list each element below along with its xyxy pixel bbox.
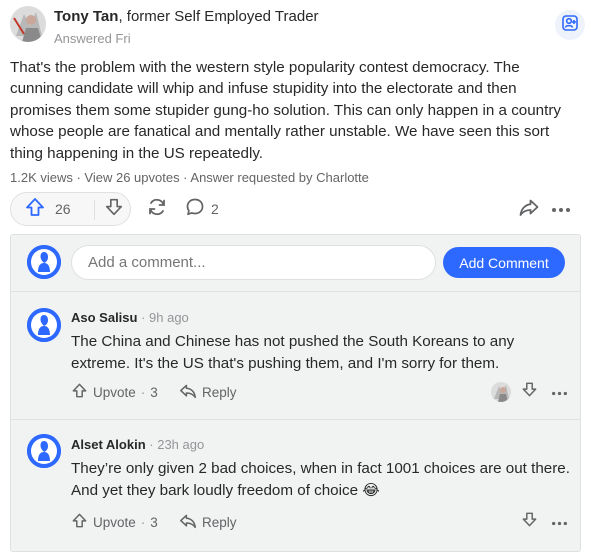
comment-author-line: Alset Alokin · 23h ago bbox=[71, 437, 204, 452]
comment-upvote-button[interactable]: Upvote · 3 bbox=[71, 510, 158, 534]
comments-section: Add Comment Aso Salisu · 9h ago The Chin… bbox=[10, 234, 581, 552]
more-options-icon bbox=[551, 383, 568, 401]
comment-upvote-button[interactable]: Upvote · 3 bbox=[71, 380, 158, 404]
author-avatar[interactable] bbox=[10, 6, 46, 42]
reshare-button[interactable] bbox=[143, 195, 171, 223]
upvoter-avatar[interactable] bbox=[491, 382, 511, 402]
upvote-count: 26 bbox=[55, 201, 71, 217]
emoji: 😂 bbox=[362, 482, 380, 499]
more-options-icon bbox=[551, 513, 568, 531]
comment-more-button[interactable] bbox=[547, 380, 571, 404]
upvote-arrow-icon bbox=[71, 512, 88, 532]
downvote-button[interactable] bbox=[98, 193, 130, 225]
comment-actions: Upvote · 3 Reply bbox=[71, 380, 571, 404]
comment-downvote-button[interactable] bbox=[517, 510, 541, 534]
more-options-button[interactable] bbox=[547, 195, 575, 223]
separator-dot: · bbox=[140, 514, 146, 530]
upvote-button[interactable]: 26 bbox=[11, 193, 93, 225]
answer-text: That's the problem with the western styl… bbox=[10, 59, 561, 162]
author-credential[interactable]: , former Self Employed Trader bbox=[118, 8, 318, 25]
comment-text: The China and Chinese has not pushed the… bbox=[71, 333, 515, 372]
comment-item: Aso Salisu · 9h ago The China and Chines… bbox=[11, 292, 580, 418]
comment-text: They’re only given 2 bad choices, when i… bbox=[71, 460, 570, 499]
share-arrow-icon bbox=[518, 196, 540, 223]
current-user-avatar[interactable] bbox=[27, 245, 61, 279]
comment-reply-button[interactable]: Reply bbox=[179, 510, 237, 534]
share-button[interactable] bbox=[515, 195, 543, 223]
vote-divider bbox=[94, 200, 95, 220]
add-comment-button[interactable]: Add Comment bbox=[443, 247, 565, 278]
commenter-avatar[interactable] bbox=[27, 308, 61, 342]
comment-upvote-count: 3 bbox=[150, 384, 158, 400]
reply-arrow-icon bbox=[179, 513, 197, 532]
add-comment-row: Add Comment bbox=[11, 235, 580, 291]
answer-stats[interactable]: 1.2K views · View 26 upvotes · Answer re… bbox=[10, 170, 369, 185]
author-name[interactable]: Tony Tan bbox=[54, 8, 118, 25]
comment-upvote-label: Upvote bbox=[93, 384, 136, 400]
comment-author-name[interactable]: Alset Alokin bbox=[71, 437, 146, 452]
comment-downvote-button[interactable] bbox=[517, 380, 541, 404]
upvote-arrow-icon bbox=[71, 382, 88, 402]
comment-button[interactable]: 2 bbox=[185, 195, 219, 223]
comment-item: Alset Alokin · 23h ago They’re only give… bbox=[11, 420, 580, 550]
separator-dot: · bbox=[140, 384, 146, 400]
reply-arrow-icon bbox=[179, 383, 197, 402]
comment-author-name[interactable]: Aso Salisu bbox=[71, 310, 137, 325]
comment-right-actions bbox=[511, 510, 571, 534]
answered-date[interactable]: Answered Fri bbox=[54, 31, 131, 46]
request-answer-button[interactable] bbox=[555, 10, 585, 40]
comment-actions: Upvote · 3 Reply bbox=[71, 510, 571, 534]
comment-reply-label: Reply bbox=[202, 384, 237, 400]
add-comment-input[interactable] bbox=[71, 245, 436, 280]
commenter-avatar[interactable] bbox=[27, 434, 61, 468]
comment-reply-button[interactable]: Reply bbox=[179, 380, 237, 404]
reshare-icon bbox=[146, 196, 168, 223]
comment-upvote-count: 3 bbox=[150, 514, 158, 530]
answer-header: Tony Tan, former Self Employed Trader An… bbox=[10, 4, 585, 52]
author-line: Tony Tan, former Self Employed Trader bbox=[54, 8, 319, 25]
comment-count: 2 bbox=[211, 201, 219, 217]
vote-pill: 26 bbox=[10, 192, 131, 226]
upvote-arrow-icon bbox=[24, 196, 46, 223]
comment-right-actions bbox=[491, 380, 571, 404]
comment-time[interactable]: · 23h ago bbox=[146, 437, 204, 452]
comment-time[interactable]: · 9h ago bbox=[137, 310, 189, 325]
comment-text-block: They’re only given 2 bad choices, when i… bbox=[71, 458, 571, 502]
answer-action-bar: 26 2 bbox=[10, 192, 585, 228]
comment-more-button[interactable] bbox=[547, 510, 571, 534]
downvote-arrow-icon bbox=[104, 197, 124, 222]
comment-bubble-icon bbox=[185, 197, 205, 222]
comment-author-line: Aso Salisu · 9h ago bbox=[71, 310, 189, 325]
more-options-icon bbox=[551, 200, 571, 218]
downvote-arrow-icon bbox=[521, 381, 538, 403]
comment-upvote-label: Upvote bbox=[93, 514, 136, 530]
downvote-arrow-icon bbox=[521, 511, 538, 533]
comment-reply-label: Reply bbox=[202, 514, 237, 530]
request-answer-icon bbox=[561, 14, 579, 37]
